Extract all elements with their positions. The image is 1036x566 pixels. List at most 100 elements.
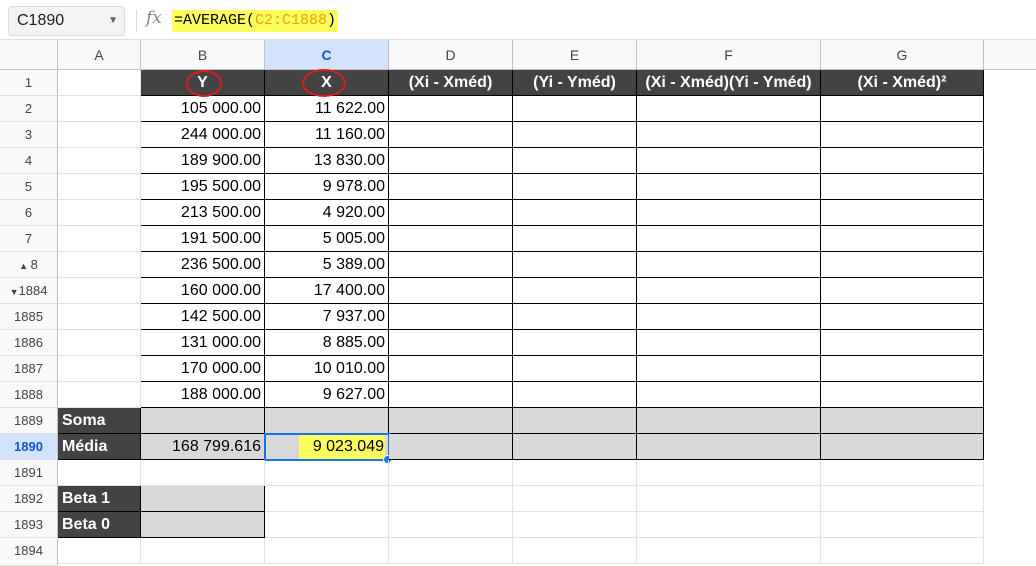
- column-header-c[interactable]: C: [265, 40, 389, 70]
- cell-f1891[interactable]: [637, 460, 821, 486]
- row-header-4[interactable]: 4: [0, 148, 58, 174]
- row-header-1892[interactable]: 1892: [0, 486, 58, 512]
- cell-e1892[interactable]: [513, 486, 637, 512]
- cell-e1886[interactable]: [513, 330, 637, 356]
- x-value-cell[interactable]: 7 937.00: [265, 304, 389, 330]
- y-value-cell[interactable]: 105 000.00: [141, 96, 265, 122]
- select-all-corner[interactable]: [0, 40, 58, 70]
- x-value-cell[interactable]: 10 010.00: [265, 356, 389, 382]
- cell-d1894[interactable]: [389, 538, 513, 564]
- cell-a6[interactable]: [58, 200, 141, 226]
- cell-e1890[interactable]: [513, 434, 637, 460]
- cell-d1891[interactable]: [389, 460, 513, 486]
- cell-f1894[interactable]: [637, 538, 821, 564]
- x-value-cell[interactable]: 11 622.00: [265, 96, 389, 122]
- y-value-cell[interactable]: 213 500.00: [141, 200, 265, 226]
- row-header-1888[interactable]: 1888: [0, 382, 58, 408]
- y-value-cell[interactable]: 189 900.00: [141, 148, 265, 174]
- cell-d1889[interactable]: [389, 408, 513, 434]
- cell-f7[interactable]: [637, 226, 821, 252]
- cell-g8[interactable]: [821, 252, 984, 278]
- row-header-5[interactable]: 5: [0, 174, 58, 200]
- cell-d1887[interactable]: [389, 356, 513, 382]
- column-header-f[interactable]: F: [637, 40, 821, 70]
- beta0-label[interactable]: Beta 0: [58, 512, 141, 538]
- chevron-down-icon[interactable]: ▼: [108, 7, 118, 35]
- cell-a8[interactable]: [58, 252, 141, 278]
- cell-g1892[interactable]: [821, 486, 984, 512]
- x-value-cell[interactable]: 8 885.00: [265, 330, 389, 356]
- cell-d1888[interactable]: [389, 382, 513, 408]
- y-value-cell[interactable]: 244 000.00: [141, 122, 265, 148]
- cell-f1886[interactable]: [637, 330, 821, 356]
- media-label[interactable]: Média: [58, 434, 141, 460]
- row-header-2[interactable]: 2: [0, 96, 58, 122]
- row-header-3[interactable]: 3: [0, 122, 58, 148]
- cell-d8[interactable]: [389, 252, 513, 278]
- cell-d4[interactable]: [389, 148, 513, 174]
- x-value-cell[interactable]: 4 920.00: [265, 200, 389, 226]
- cell-g3[interactable]: [821, 122, 984, 148]
- cell-c1889[interactable]: [265, 408, 389, 434]
- x-value-cell[interactable]: 17 400.00: [265, 278, 389, 304]
- cell-a1887[interactable]: [58, 356, 141, 382]
- x-value-cell[interactable]: 13 830.00: [265, 148, 389, 174]
- cell-g1886[interactable]: [821, 330, 984, 356]
- cell-f1889[interactable]: [637, 408, 821, 434]
- cell-d6[interactable]: [389, 200, 513, 226]
- cell-d7[interactable]: [389, 226, 513, 252]
- row-header-6[interactable]: 6: [0, 200, 58, 226]
- beta0-value[interactable]: [141, 512, 265, 538]
- cell-g1893[interactable]: [821, 512, 984, 538]
- cell-e1885[interactable]: [513, 304, 637, 330]
- cell-g1894[interactable]: [821, 538, 984, 564]
- cell-d1893[interactable]: [389, 512, 513, 538]
- cell-c1893[interactable]: [265, 512, 389, 538]
- cell-d1886[interactable]: [389, 330, 513, 356]
- row-header-1889[interactable]: 1889: [0, 408, 58, 434]
- column-header-b[interactable]: B: [141, 40, 265, 70]
- row-header-1884[interactable]: ▼1884: [0, 278, 58, 304]
- y-value-cell[interactable]: 142 500.00: [141, 304, 265, 330]
- y-value-cell[interactable]: 160 000.00: [141, 278, 265, 304]
- cell-a1894[interactable]: [58, 538, 141, 564]
- x-value-cell[interactable]: 9 627.00: [265, 382, 389, 408]
- x-value-cell[interactable]: 5 389.00: [265, 252, 389, 278]
- cell-g1889[interactable]: [821, 408, 984, 434]
- cell-g1888[interactable]: [821, 382, 984, 408]
- row-header-7[interactable]: 7: [0, 226, 58, 252]
- cell-a1888[interactable]: [58, 382, 141, 408]
- row-header-1[interactable]: 1: [0, 70, 58, 96]
- cell-e1893[interactable]: [513, 512, 637, 538]
- row-header-1891[interactable]: 1891: [0, 460, 58, 486]
- row-header-1890[interactable]: 1890: [0, 434, 58, 460]
- cell-d5[interactable]: [389, 174, 513, 200]
- beta1-value[interactable]: [141, 486, 265, 512]
- cell-a4[interactable]: [58, 148, 141, 174]
- cell-b1894[interactable]: [141, 538, 265, 564]
- x-value-cell[interactable]: 5 005.00: [265, 226, 389, 252]
- cell-g7[interactable]: [821, 226, 984, 252]
- cell-g1885[interactable]: [821, 304, 984, 330]
- cell-a3[interactable]: [58, 122, 141, 148]
- cell-f1890[interactable]: [637, 434, 821, 460]
- cell-e8[interactable]: [513, 252, 637, 278]
- column-header-d[interactable]: D: [389, 40, 513, 70]
- cell-f1892[interactable]: [637, 486, 821, 512]
- cell-e1889[interactable]: [513, 408, 637, 434]
- cell-g5[interactable]: [821, 174, 984, 200]
- cell-c1894[interactable]: [265, 538, 389, 564]
- cell-e2[interactable]: [513, 96, 637, 122]
- name-box[interactable]: C1890 ▼: [8, 6, 125, 36]
- row-header-1894[interactable]: 1894: [0, 538, 58, 566]
- cell-g1887[interactable]: [821, 356, 984, 382]
- cell-f2[interactable]: [637, 96, 821, 122]
- y-value-cell[interactable]: 195 500.00: [141, 174, 265, 200]
- cell-d3[interactable]: [389, 122, 513, 148]
- cell-d1884[interactable]: [389, 278, 513, 304]
- row-header-1893[interactable]: 1893: [0, 512, 58, 538]
- row-header-1886[interactable]: 1886: [0, 330, 58, 356]
- cell-e6[interactable]: [513, 200, 637, 226]
- media-y-value[interactable]: 168 799.616: [141, 434, 265, 460]
- cell-b1891[interactable]: [141, 460, 265, 486]
